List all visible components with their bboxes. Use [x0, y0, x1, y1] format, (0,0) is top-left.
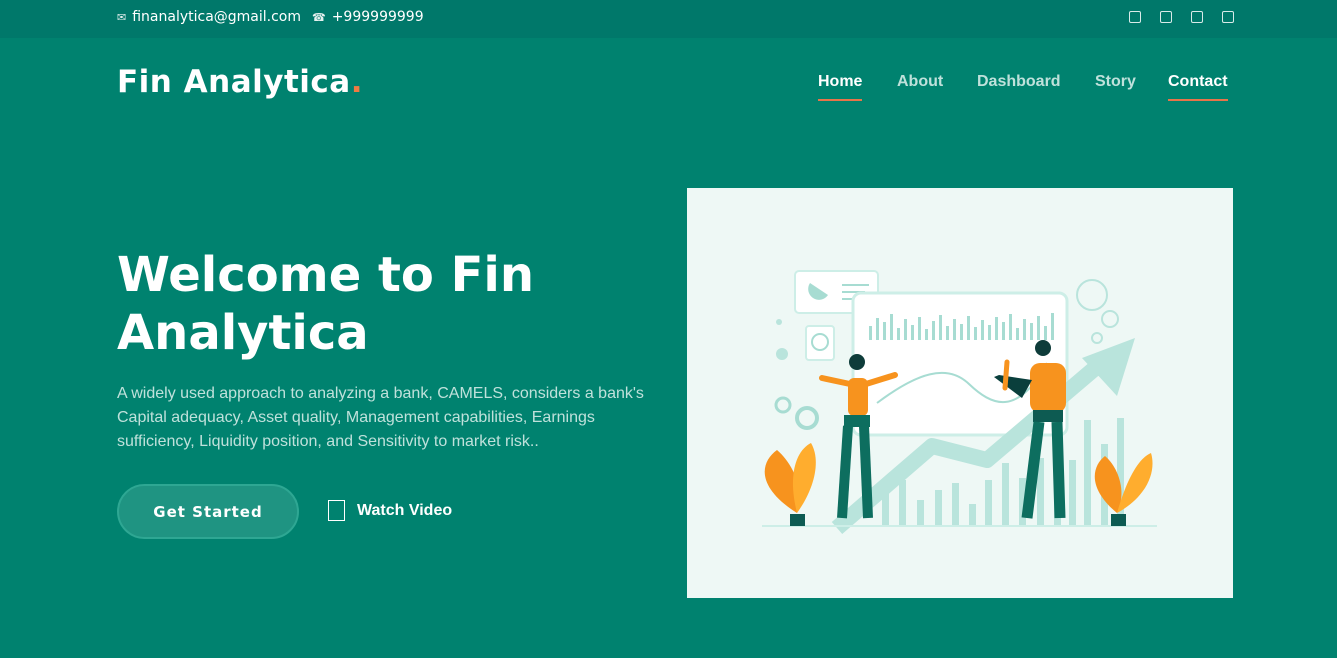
nav-story[interactable]: Story: [1095, 73, 1136, 99]
get-started-button[interactable]: Get Started: [117, 484, 299, 539]
brand-name: Fin Analytica: [117, 64, 351, 100]
top-bar: ✉ finanalytica@gmail.com ☎ +999999999: [0, 0, 1337, 38]
twitter-icon[interactable]: [1129, 11, 1141, 23]
brand-dot: .: [350, 64, 363, 100]
phone-contact[interactable]: ☎ +999999999: [312, 9, 424, 25]
watch-video-label: Watch Video: [357, 501, 453, 519]
nav-dashboard[interactable]: Dashboard: [977, 73, 1061, 99]
brand-logo[interactable]: Fin Analytica.: [117, 64, 363, 100]
hero-illustration: [687, 188, 1233, 598]
nav-about[interactable]: About: [897, 73, 943, 99]
email-contact[interactable]: ✉ finanalytica@gmail.com: [117, 9, 301, 25]
nav-contact[interactable]: Contact: [1168, 73, 1228, 101]
hero-title-line1: Welcome to Fin: [117, 247, 534, 303]
hero-title: Welcome to Fin Analytica: [117, 246, 637, 362]
envelope-icon: ✉: [117, 10, 127, 24]
instagram-icon[interactable]: [1191, 11, 1203, 23]
nav-home[interactable]: Home: [818, 73, 863, 101]
watch-video-link[interactable]: Watch Video: [328, 500, 452, 521]
hero-title-line2: Analytica: [117, 305, 369, 361]
hero-description: A widely used approach to analyzing a ba…: [117, 385, 644, 450]
phone-text: +999999999: [331, 9, 424, 25]
email-text: finanalytica@gmail.com: [132, 9, 302, 25]
analytics-illustration: [762, 270, 1157, 535]
linkedin-icon[interactable]: [1222, 11, 1234, 23]
phone-icon: ☎: [312, 10, 326, 24]
facebook-icon[interactable]: [1160, 11, 1172, 23]
play-icon: [328, 500, 345, 521]
